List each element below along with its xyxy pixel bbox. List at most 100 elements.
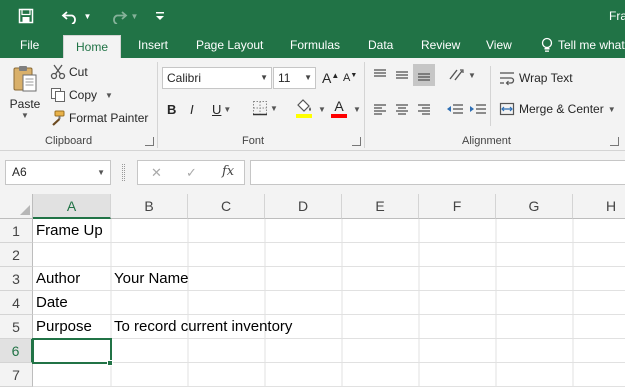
formula-buttons: ✕ ✓ fx <box>137 160 245 185</box>
font-color-dropdown-icon[interactable]: ▼ <box>353 105 361 114</box>
cell-b3[interactable]: Your Name <box>111 267 189 291</box>
font-color-glyph: A <box>334 98 344 114</box>
tab-view[interactable]: View <box>486 32 512 58</box>
splitter-handle[interactable] <box>122 164 125 181</box>
font-color-button[interactable]: A <box>331 99 347 118</box>
row-header-6[interactable]: 6 <box>0 339 33 363</box>
align-middle-button[interactable] <box>394 67 410 83</box>
font-name-select[interactable]: Calibri ▼ <box>162 67 272 89</box>
row-header-3[interactable]: 3 <box>0 267 33 291</box>
column-header-d[interactable]: D <box>265 194 342 219</box>
tab-review[interactable]: Review <box>421 32 460 58</box>
row-header-4[interactable]: 4 <box>0 291 33 315</box>
decrease-indent-button[interactable] <box>446 101 464 117</box>
italic-button[interactable]: I <box>190 102 194 117</box>
bold-button[interactable]: B <box>167 102 176 117</box>
column-header-g[interactable]: G <box>496 194 573 219</box>
align-right-button[interactable] <box>416 101 432 117</box>
align-top-icon <box>374 69 386 77</box>
align-right-icon <box>418 104 430 115</box>
align-top-button[interactable] <box>372 67 388 83</box>
align-bottom-button[interactable] <box>413 64 435 86</box>
align-center-button[interactable] <box>394 101 410 117</box>
shrink-font-glyph: A <box>343 72 351 84</box>
customize-qat-icon[interactable] <box>152 4 168 28</box>
wrap-text-button[interactable]: Wrap Text <box>499 70 573 86</box>
window-title: Fra <box>609 9 625 23</box>
enter-icon[interactable]: ✓ <box>186 165 197 181</box>
borders-dropdown-icon[interactable]: ▼ <box>270 104 278 113</box>
grow-font-button[interactable]: A ▲ <box>322 70 339 86</box>
copy-button[interactable]: Copy ▼ <box>50 87 113 103</box>
ribbon: Paste ▼ Cut Copy ▼ Format Painter Clipbo… <box>0 58 625 151</box>
fill-color-dropdown-icon[interactable]: ▼ <box>318 105 326 114</box>
paint-bucket-icon <box>297 99 311 112</box>
column-header-c[interactable]: C <box>188 194 265 219</box>
orientation-button[interactable]: ▼ <box>448 67 476 83</box>
cell-a5[interactable]: Purpose <box>33 315 111 339</box>
merge-center-button[interactable]: Merge & Center ▼ <box>499 101 616 117</box>
redo-icon[interactable]: ▼ <box>105 4 141 28</box>
fill-handle[interactable] <box>107 360 113 366</box>
alignment-launcher-icon[interactable] <box>610 137 619 146</box>
tab-page-layout[interactable]: Page Layout <box>196 32 263 58</box>
copy-dropdown-icon[interactable]: ▼ <box>105 91 113 100</box>
fill-color-button[interactable] <box>295 99 313 118</box>
cell-a3[interactable]: Author <box>33 267 111 291</box>
paste-dropdown-icon[interactable]: ▼ <box>21 111 29 120</box>
column-header-f[interactable]: F <box>419 194 496 219</box>
paste-label: Paste <box>9 97 41 111</box>
align-left-button[interactable] <box>372 101 388 117</box>
merge-dropdown-icon[interactable]: ▼ <box>608 105 616 114</box>
tab-formulas[interactable]: Formulas <box>290 32 340 58</box>
format-painter-label: Format Painter <box>69 111 149 125</box>
row-header-7[interactable]: 7 <box>0 363 33 387</box>
row-header-5[interactable]: 5 <box>0 315 33 339</box>
active-cell-a6[interactable] <box>32 338 112 364</box>
save-icon[interactable] <box>14 4 38 28</box>
tab-home[interactable]: Home <box>63 35 122 58</box>
increase-indent-button[interactable] <box>469 101 487 117</box>
grow-arrow-icon: ▲ <box>331 70 340 80</box>
orientation-dropdown-icon[interactable]: ▼ <box>468 71 476 80</box>
borders-icon <box>253 101 267 116</box>
underline-button[interactable]: U ▼ <box>212 102 231 117</box>
font-launcher-icon[interactable] <box>352 137 361 146</box>
row-header-2[interactable]: 2 <box>0 243 33 267</box>
undo-icon[interactable]: ▼ <box>58 4 94 28</box>
font-name-value: Calibri <box>167 71 202 85</box>
cancel-icon[interactable]: ✕ <box>151 165 162 181</box>
clipboard-launcher-icon[interactable] <box>145 137 154 146</box>
align-center-icon <box>396 104 408 115</box>
formula-input[interactable] <box>250 160 625 185</box>
shrink-arrow-icon: ▼ <box>350 71 358 79</box>
chevron-down-icon: ▼ <box>304 73 312 82</box>
tell-me-box[interactable]: Tell me what <box>541 32 625 58</box>
column-header-e[interactable]: E <box>342 194 419 219</box>
cell-a4[interactable]: Date <box>33 291 111 315</box>
redo-dropdown-icon[interactable]: ▼ <box>131 12 139 21</box>
cut-button[interactable]: Cut <box>50 64 88 80</box>
tab-file[interactable]: File <box>20 32 39 58</box>
tab-data[interactable]: Data <box>368 32 393 58</box>
underline-dropdown-icon[interactable]: ▼ <box>223 105 231 114</box>
group-separator <box>364 62 365 148</box>
row-header-1[interactable]: 1 <box>0 219 33 243</box>
format-painter-button[interactable]: Format Painter <box>50 110 148 126</box>
name-box[interactable]: A6 ▼ <box>5 160 111 185</box>
lightbulb-icon <box>541 37 553 52</box>
cell-a1[interactable]: Frame Up <box>33 219 111 243</box>
undo-dropdown-icon[interactable]: ▼ <box>84 12 92 21</box>
column-header-h[interactable]: H <box>573 194 625 219</box>
shrink-font-button[interactable]: A ▼ <box>343 71 358 85</box>
borders-button[interactable]: ▼ <box>252 100 278 116</box>
font-size-select[interactable]: 11 ▼ <box>273 67 316 89</box>
column-header-a[interactable]: A <box>33 194 111 219</box>
merge-center-icon <box>499 102 515 116</box>
tab-insert[interactable]: Insert <box>138 32 168 58</box>
insert-function-icon[interactable]: fx <box>222 164 234 179</box>
paste-button[interactable]: Paste ▼ <box>8 64 42 120</box>
cell-b5[interactable]: To record current inventory <box>111 315 292 339</box>
column-header-b[interactable]: B <box>111 194 188 219</box>
select-all-corner[interactable] <box>0 194 33 219</box>
